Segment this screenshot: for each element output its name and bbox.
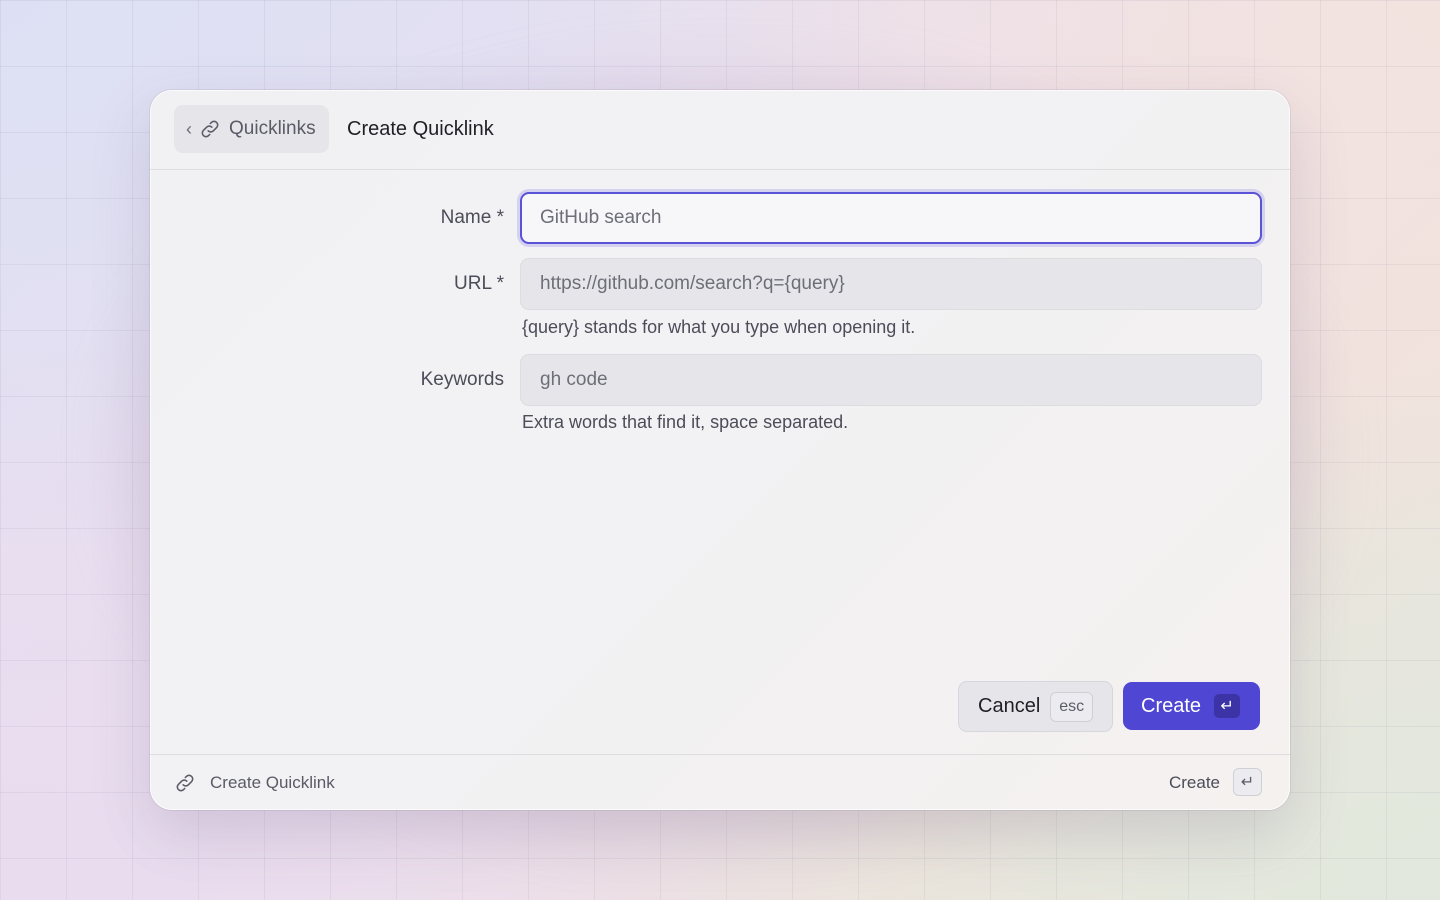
back-to-quicklinks-button[interactable]: ‹ Quicklinks	[174, 105, 329, 153]
back-button-label: Quicklinks	[229, 118, 316, 139]
create-quicklink-window: ‹ Quicklinks Create Quicklink Name * URL…	[150, 90, 1290, 810]
keywords-input[interactable]	[520, 354, 1262, 406]
footer-bar: Create Quicklink Create ↵	[150, 754, 1290, 810]
cancel-button[interactable]: Cancel esc	[958, 681, 1113, 732]
create-button[interactable]: Create ↵	[1123, 682, 1260, 730]
page-title: Create Quicklink	[347, 118, 494, 140]
create-button-label: Create	[1141, 694, 1202, 717]
name-input[interactable]	[520, 192, 1262, 244]
header-bar: ‹ Quicklinks Create Quicklink	[150, 90, 1290, 170]
enter-key-icon[interactable]: ↵	[1233, 768, 1262, 796]
name-label: Name *	[440, 207, 504, 228]
link-icon	[201, 120, 219, 138]
cancel-button-label: Cancel	[978, 695, 1041, 717]
keywords-hint: Extra words that find it, space separate…	[522, 412, 849, 432]
keywords-label: Keywords	[420, 369, 504, 390]
link-icon	[176, 774, 194, 792]
url-hint: {query} stands for what you type when op…	[522, 317, 916, 337]
footer-create-action[interactable]: Create	[1169, 773, 1220, 793]
esc-key-badge: esc	[1050, 691, 1094, 722]
enter-key-icon: ↵	[1214, 694, 1241, 718]
chevron-left-icon: ‹	[186, 118, 192, 139]
url-input[interactable]	[520, 258, 1262, 310]
footer-title: Create Quicklink	[210, 773, 335, 792]
url-label: URL *	[454, 273, 504, 294]
